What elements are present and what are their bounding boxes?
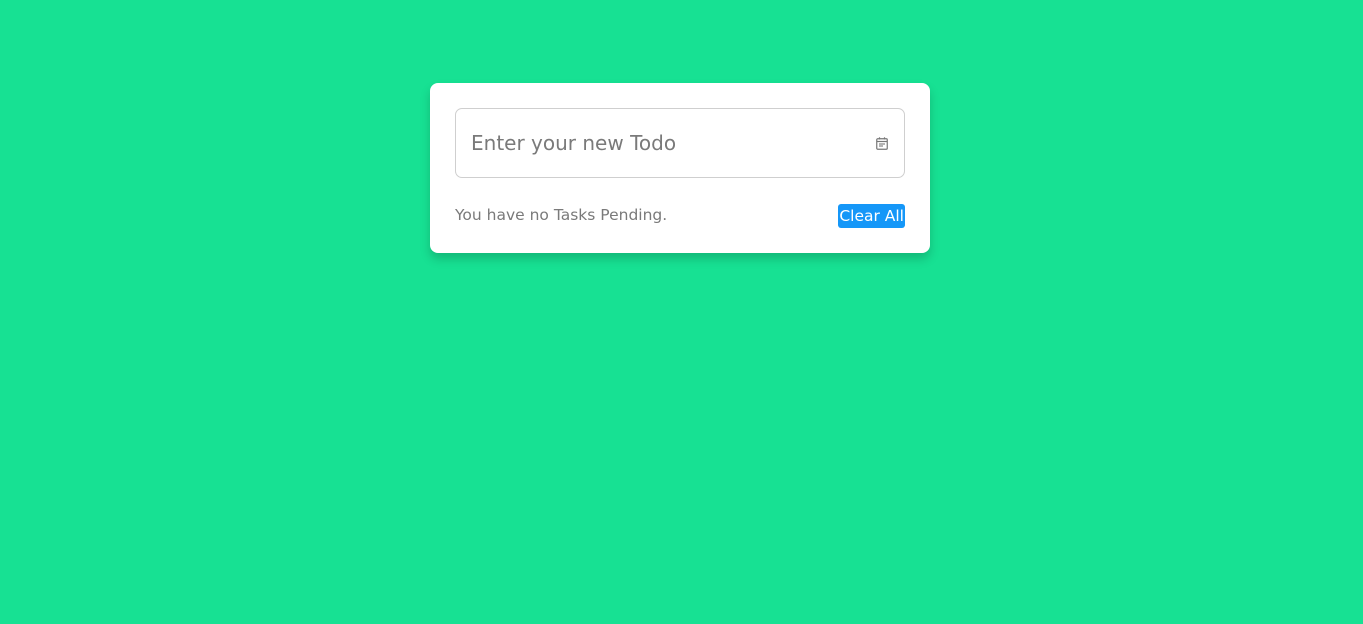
new-todo-input[interactable] xyxy=(456,109,856,177)
pending-tasks-status: You have no Tasks Pending. xyxy=(455,206,668,224)
clear-all-button[interactable]: Clear All xyxy=(838,204,905,228)
todo-card: You have no Tasks Pending. Clear All xyxy=(430,83,930,253)
calendar-icon[interactable] xyxy=(876,137,888,150)
page-background: { "todo": { "input_value": "", "placehol… xyxy=(0,0,1363,624)
todo-input-wrapper xyxy=(455,108,905,178)
